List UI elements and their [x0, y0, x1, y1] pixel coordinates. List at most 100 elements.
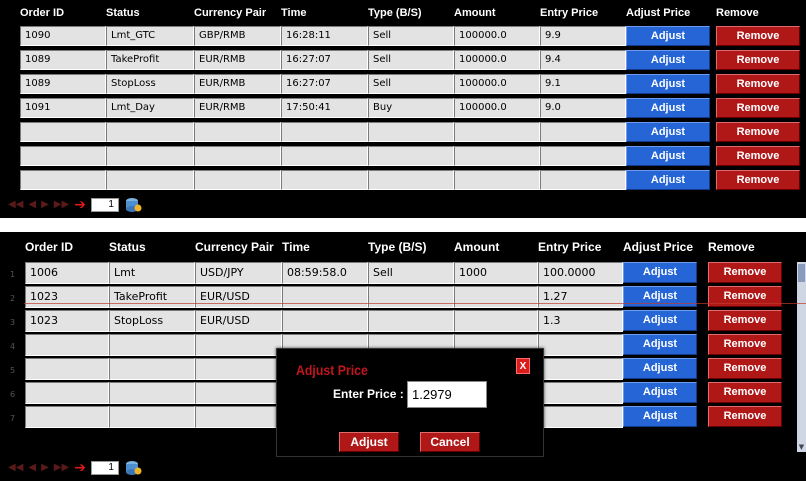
- col-time[interactable]: Time: [282, 232, 368, 262]
- next-page-icon[interactable]: ▶: [41, 463, 49, 473]
- col-status[interactable]: Status: [109, 232, 195, 262]
- adjust-cell: Adjust: [623, 334, 708, 358]
- adjust-button[interactable]: Adjust: [623, 262, 697, 283]
- table-row[interactable]: 2 1023 TakeProfit EUR/USD 1.27 Adjust Remove: [0, 286, 797, 310]
- row-selector[interactable]: [0, 170, 20, 194]
- col-entry-price[interactable]: Entry Price: [540, 0, 626, 26]
- price-input[interactable]: 1.2979: [407, 381, 487, 408]
- adjust-button[interactable]: Adjust: [626, 146, 710, 166]
- last-page-icon[interactable]: ▶▶: [54, 463, 69, 473]
- last-page-icon[interactable]: ▶▶: [54, 200, 69, 210]
- dialog-adjust-button[interactable]: Adjust: [339, 432, 399, 452]
- page-number-input[interactable]: 1: [90, 198, 119, 212]
- adjust-button[interactable]: Adjust: [623, 310, 697, 331]
- table-row[interactable]: 1090 Lmt_GTC GBP/RMB 16:28:11 Sell 100000.0 9.…: [0, 26, 806, 50]
- col-type[interactable]: Type (B/S): [368, 0, 454, 26]
- row-selector[interactable]: [0, 146, 20, 170]
- go-to-page-icon[interactable]: ➔: [74, 198, 86, 212]
- remove-button[interactable]: Remove: [716, 26, 800, 46]
- vertical-scrollbar[interactable]: ▼: [797, 262, 806, 452]
- page-number-input[interactable]: 1: [90, 461, 119, 475]
- col-status[interactable]: Status: [106, 0, 194, 26]
- col-remove: Remove: [716, 7, 759, 19]
- remove-button[interactable]: Remove: [708, 382, 782, 403]
- adjust-button[interactable]: Adjust: [623, 406, 697, 427]
- table-row[interactable]: Adjust Remove: [0, 122, 806, 146]
- row-selector[interactable]: [0, 50, 20, 74]
- remove-button[interactable]: Remove: [708, 334, 782, 355]
- adjust-button[interactable]: Adjust: [623, 382, 697, 403]
- first-page-icon[interactable]: ◀◀: [8, 200, 23, 210]
- row-selector[interactable]: 6: [0, 382, 25, 406]
- col-amount[interactable]: Amount: [454, 232, 538, 262]
- adjust-button[interactable]: Adjust: [626, 26, 710, 46]
- cell-value: StopLoss: [109, 310, 195, 332]
- close-icon[interactable]: X: [516, 358, 530, 374]
- adjust-button[interactable]: Adjust: [626, 98, 710, 118]
- refresh-database-icon[interactable]: [124, 460, 142, 476]
- col-adjust-price: Adjust Price: [626, 7, 691, 19]
- cell-value: [454, 310, 538, 332]
- table-row[interactable]: 1091 Lmt_Day EUR/RMB 17:50:41 Buy 100000.0 9.0…: [0, 98, 806, 122]
- row-selector[interactable]: 3: [0, 310, 25, 334]
- cell-value: [25, 358, 109, 380]
- prev-page-icon[interactable]: ◀: [28, 463, 36, 473]
- col-type[interactable]: Type (B/S): [368, 232, 454, 262]
- cell-type: Sell: [368, 262, 454, 286]
- remove-button[interactable]: Remove: [708, 406, 782, 427]
- cell-value: [454, 146, 540, 166]
- col-amount[interactable]: Amount: [454, 0, 540, 26]
- col-currency-pair[interactable]: Currency Pair: [195, 232, 282, 262]
- cell-value: 1000: [454, 262, 538, 284]
- dialog-cancel-button[interactable]: Cancel: [420, 432, 480, 452]
- scroll-down-icon[interactable]: ▼: [797, 442, 806, 452]
- adjust-button[interactable]: Adjust: [623, 334, 697, 355]
- remove-button[interactable]: Remove: [708, 262, 782, 283]
- cell-value: EUR/RMB: [194, 50, 281, 70]
- adjust-button[interactable]: Adjust: [623, 358, 697, 379]
- adjust-button[interactable]: Adjust: [626, 122, 710, 142]
- row-selector[interactable]: 1: [0, 262, 25, 286]
- first-page-icon[interactable]: ◀◀: [8, 463, 23, 473]
- row-selector[interactable]: [0, 122, 20, 146]
- row-selector[interactable]: 2: [0, 286, 25, 310]
- col-time[interactable]: Time: [281, 0, 368, 26]
- row-selector[interactable]: [0, 26, 20, 50]
- adjust-cell: Adjust: [626, 122, 716, 146]
- table-row[interactable]: 1 1006 Lmt USD/JPY 08:59:58.0 Sell 1000 100.000…: [0, 262, 797, 286]
- remove-button[interactable]: Remove: [716, 122, 800, 142]
- table-row[interactable]: Adjust Remove: [0, 170, 806, 194]
- remove-button[interactable]: Remove: [716, 98, 800, 118]
- row-selector[interactable]: 5: [0, 358, 25, 382]
- remove-button[interactable]: Remove: [716, 74, 800, 94]
- cell-value: [282, 286, 368, 308]
- col-currency-pair[interactable]: Currency Pair: [194, 0, 281, 26]
- row-selector[interactable]: 4: [0, 334, 25, 358]
- cell-value: [368, 310, 454, 332]
- row-selector[interactable]: [0, 98, 20, 122]
- remove-button[interactable]: Remove: [716, 170, 800, 190]
- adjust-button[interactable]: Adjust: [626, 170, 710, 190]
- table-row[interactable]: 3 1023 StopLoss EUR/USD 1.3 Adjust Remove: [0, 310, 797, 334]
- table-row[interactable]: 1089 StopLoss EUR/RMB 16:27:07 Sell 100000.0 9…: [0, 74, 806, 98]
- remove-button[interactable]: Remove: [708, 358, 782, 379]
- col-entry-price[interactable]: Entry Price: [538, 232, 623, 262]
- adjust-button[interactable]: Adjust: [626, 50, 710, 70]
- scrollbar-thumb[interactable]: [798, 264, 805, 282]
- adjust-button[interactable]: Adjust: [626, 74, 710, 94]
- cell-value: [195, 358, 282, 380]
- refresh-database-icon[interactable]: [124, 197, 142, 213]
- table-row[interactable]: 1089 TakeProfit EUR/RMB 16:27:07 Sell 100000.…: [0, 50, 806, 74]
- remove-button[interactable]: Remove: [716, 146, 800, 166]
- go-to-page-icon[interactable]: ➔: [74, 461, 86, 475]
- row-selector[interactable]: [0, 74, 20, 98]
- next-page-icon[interactable]: ▶: [41, 200, 49, 210]
- col-order-id[interactable]: Order ID: [25, 232, 109, 262]
- row-selector[interactable]: 7: [0, 406, 25, 430]
- remove-button[interactable]: Remove: [716, 50, 800, 70]
- table-row[interactable]: Adjust Remove: [0, 146, 806, 170]
- cell-value: 100000.0: [454, 50, 540, 70]
- remove-button[interactable]: Remove: [708, 310, 782, 331]
- col-order-id[interactable]: Order ID: [20, 0, 106, 26]
- prev-page-icon[interactable]: ◀: [28, 200, 36, 210]
